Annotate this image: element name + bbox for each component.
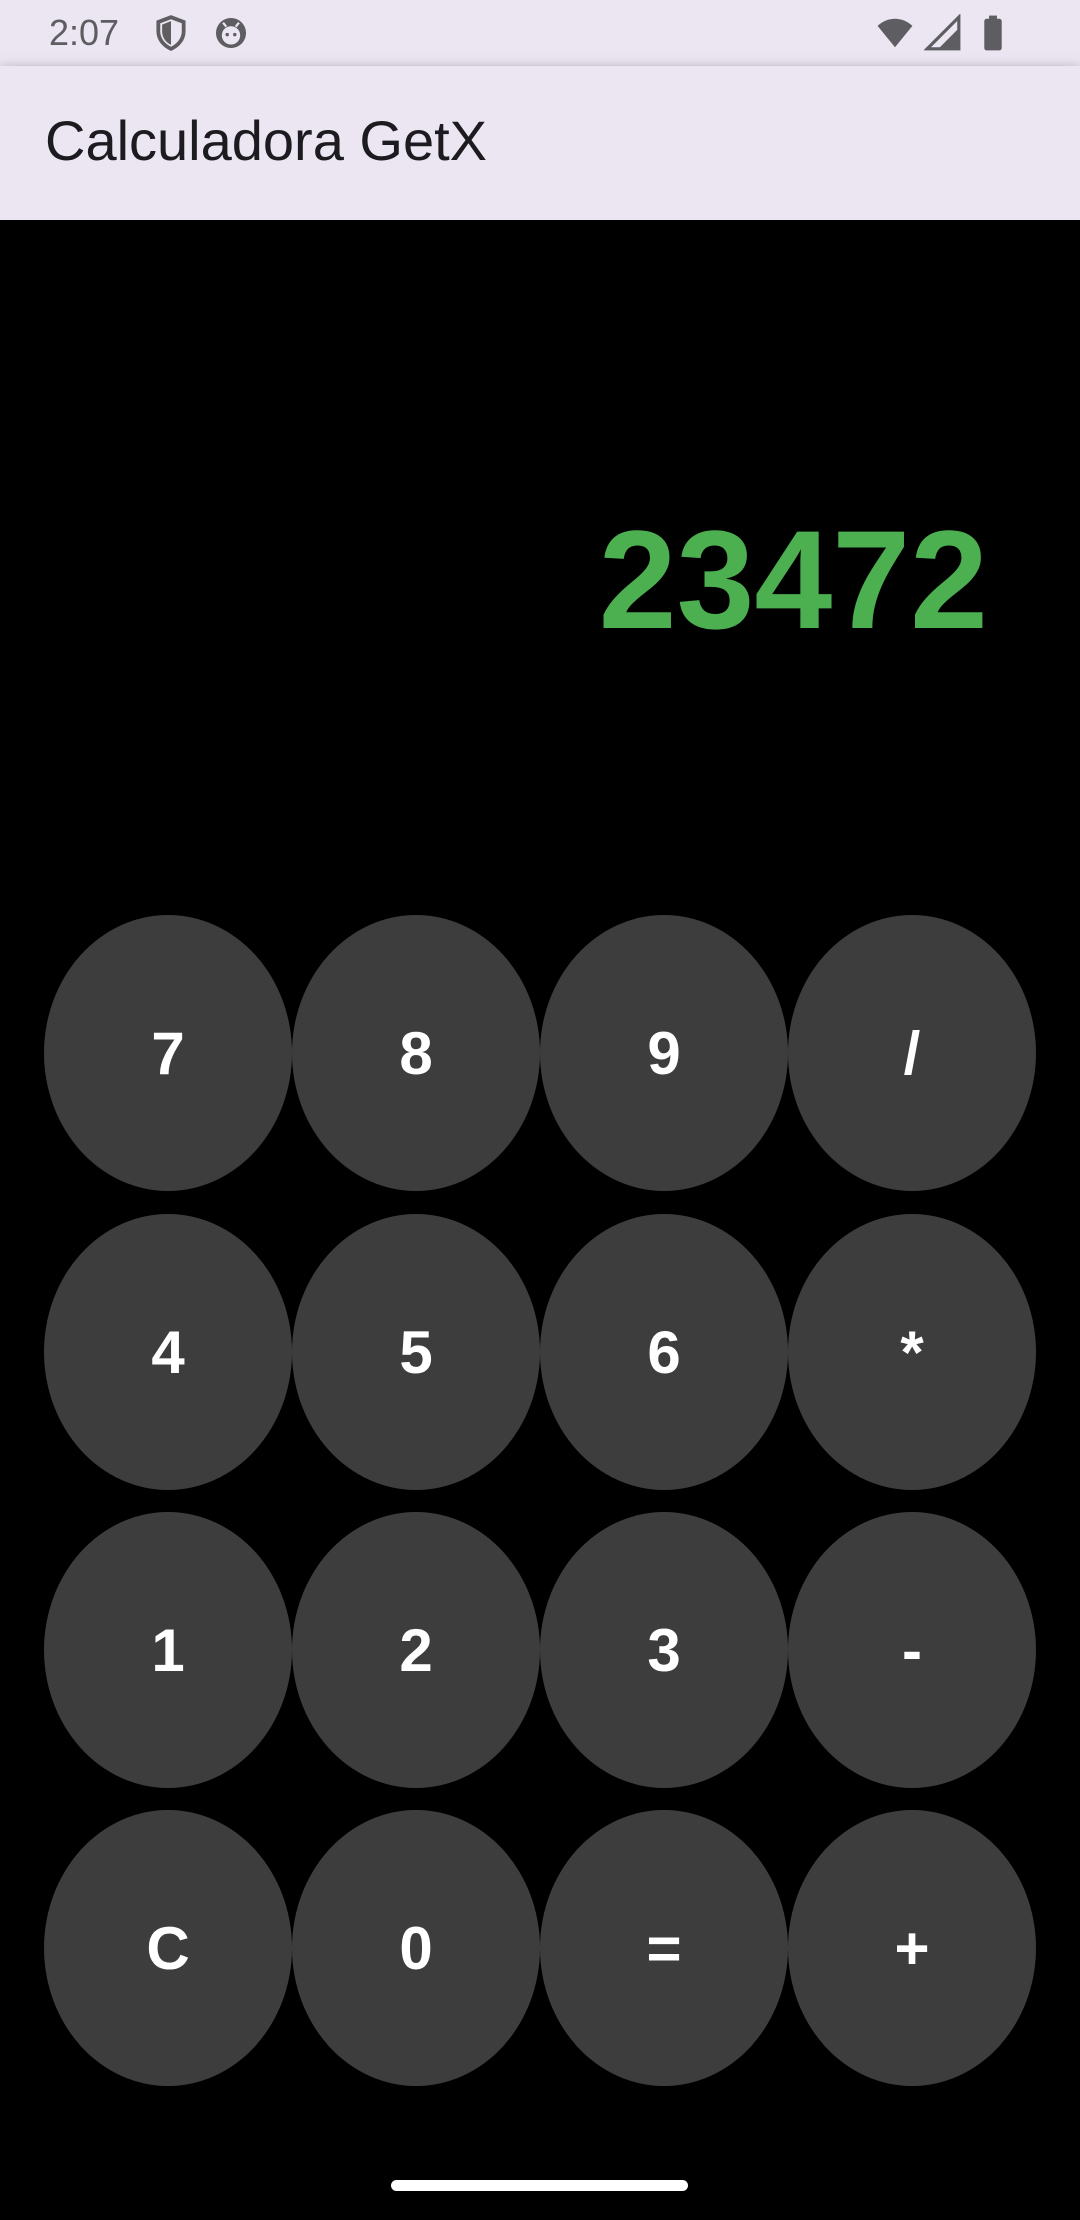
display-value: 23472 xyxy=(598,501,988,658)
battery-icon xyxy=(984,15,1002,51)
key-subtract[interactable]: - xyxy=(788,1512,1036,1788)
app-bar: Calculadora GetX xyxy=(0,66,1080,220)
key-8[interactable]: 8 xyxy=(292,915,540,1191)
key-6[interactable]: 6 xyxy=(540,1214,788,1490)
wifi-icon xyxy=(877,18,913,48)
key-2[interactable]: 2 xyxy=(292,1512,540,1788)
gesture-navigation-bar[interactable] xyxy=(391,2180,688,2191)
key-clear[interactable]: C xyxy=(44,1810,292,2086)
key-0[interactable]: 0 xyxy=(292,1810,540,2086)
key-add[interactable]: + xyxy=(788,1810,1036,2086)
status-bar: 2:07 xyxy=(0,0,1080,66)
key-1[interactable]: 1 xyxy=(44,1512,292,1788)
key-divide[interactable]: / xyxy=(788,915,1036,1191)
key-multiply[interactable]: * xyxy=(788,1214,1036,1490)
shield-icon xyxy=(156,15,186,51)
key-7[interactable]: 7 xyxy=(44,915,292,1191)
key-9[interactable]: 9 xyxy=(540,915,788,1191)
key-equals[interactable]: = xyxy=(540,1810,788,2086)
key-3[interactable]: 3 xyxy=(540,1512,788,1788)
android-robot-icon xyxy=(215,17,247,49)
key-5[interactable]: 5 xyxy=(292,1214,540,1490)
app-title: Calculadora GetX xyxy=(45,109,488,172)
status-time: 2:07 xyxy=(49,12,120,53)
calculator-screen: 2:07 Calculadora GetX 23472 7 8 9 / 4 5 … xyxy=(0,0,1080,2220)
cellular-signal-icon xyxy=(924,14,961,51)
key-4[interactable]: 4 xyxy=(44,1214,292,1490)
